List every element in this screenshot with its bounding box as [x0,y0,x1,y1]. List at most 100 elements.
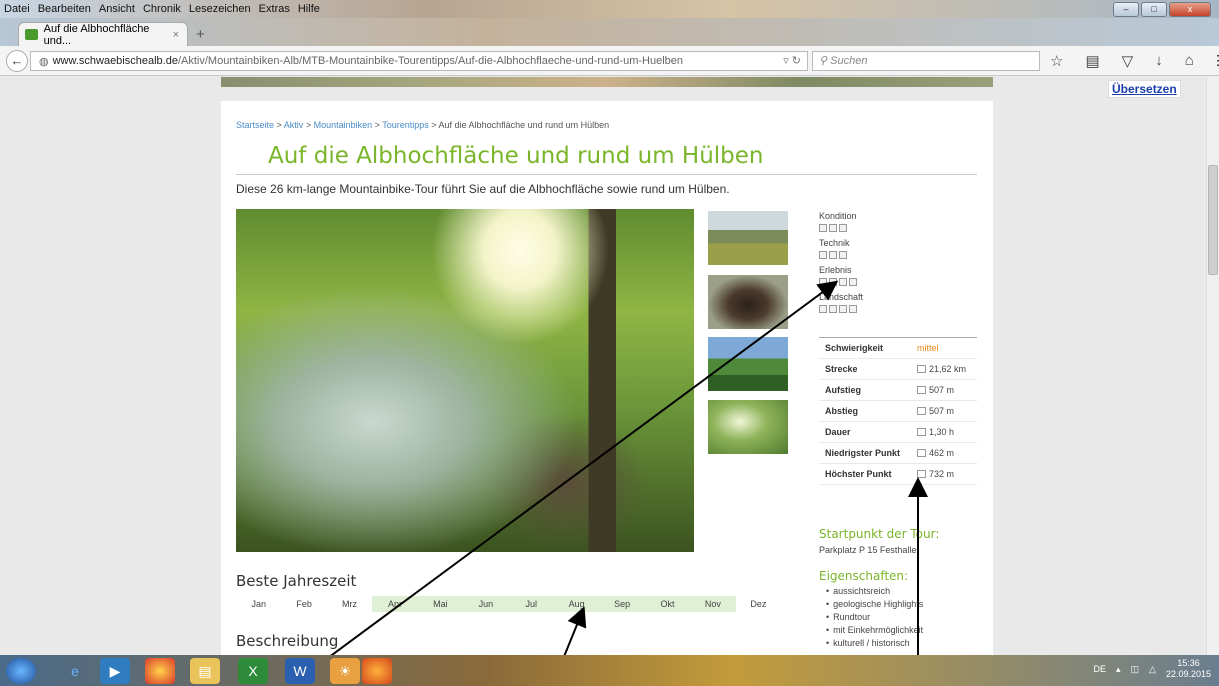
translate-link[interactable]: Übersetzen [1108,80,1181,98]
fact-value-cell: 1,30 h [917,427,954,437]
rating-box-icon [849,278,857,286]
firefox-icon[interactable] [362,658,392,684]
excel-icon[interactable]: X [238,658,268,684]
ie-icon[interactable]: e [60,658,90,684]
rating-label: Technik [819,238,850,248]
web-content: Übersetzen Startseite > Aktiv > Mountain… [0,77,1206,655]
bookmark-star-icon[interactable]: ☆ [1050,52,1063,70]
rating-label: Kondition [819,211,857,221]
facts-table: Schwierigkeit mittel Strecke 21,62 km Aufsti… [819,337,977,485]
network-icon[interactable]: ◫ [1131,664,1140,675]
rating-box-icon [819,278,827,286]
maximize-button[interactable]: □ [1141,2,1167,17]
fact-row: Aufstieg 507 m [819,380,977,401]
download-icon[interactable]: ↓ [1155,52,1163,70]
menu-bar: Datei Bearbeiten Ansicht Chronik Lesezei… [0,0,1219,18]
navigation-bar: ← ◍ www.schwaebischealb.de/Aktiv/Mountai… [0,46,1219,76]
fact-row: Strecke 21,62 km [819,359,977,380]
globe-icon: ◍ [39,55,49,68]
chrome-icon[interactable] [145,658,175,684]
fact-key: Abstieg [825,406,859,416]
pocket-icon[interactable]: ▽ [1122,52,1134,70]
word-icon[interactable]: W [285,658,315,684]
properties-heading: Eigenschaften: [819,569,909,583]
url-domain: www.schwaebischealb.de [52,55,178,67]
fact-icon [917,407,926,415]
breadcrumb-mountainbiken[interactable]: Mountainbiken [314,120,373,130]
fact-icon [917,470,926,478]
home-icon[interactable]: ⌂ [1185,52,1194,70]
menu-ansicht[interactable]: Ansicht [99,3,135,15]
rating-boxes [819,278,863,286]
fact-icon [917,386,926,394]
back-button[interactable]: ← [6,50,28,72]
main-tour-photo[interactable] [236,209,694,552]
thumbnail-1[interactable] [708,211,788,265]
fact-row: Abstieg 507 m [819,401,977,422]
fact-key: Höchster Punkt [825,469,892,479]
rating-technik: Technik [819,238,863,259]
title-divider [236,174,977,175]
property-item: aussichtsreich [826,586,923,596]
language-indicator[interactable]: DE [1093,664,1106,674]
menu-hilfe[interactable]: Hilfe [298,3,320,15]
fact-row: Dauer 1,30 h [819,422,977,443]
vertical-scrollbar[interactable] [1206,77,1219,655]
minimize-button[interactable]: – [1113,2,1139,17]
rating-label: Erlebnis [819,265,852,275]
month-nov: Nov [690,596,736,612]
property-item: mit Einkehrmöglichkeit [826,625,923,635]
month-feb: Feb [296,599,312,609]
month-mai: Mai [417,596,464,612]
search-input[interactable]: ⚲ Suchen [812,51,1040,71]
volume-icon[interactable]: △ [1149,664,1156,675]
menu-chronik[interactable]: Chronik [143,3,181,15]
fact-value-cell: 21,62 km [917,364,966,374]
start-button[interactable] [6,658,36,684]
fact-row: Höchster Punkt 732 m [819,464,977,485]
rating-label: Landschaft [819,292,864,302]
rating-boxes [819,224,863,232]
rating-landschaft: Landschaft [819,292,863,313]
thumbnail-4[interactable] [708,400,788,454]
rating-box-icon [819,251,827,259]
tray-expand-icon[interactable]: ▴ [1116,664,1121,675]
scrollbar-thumb[interactable] [1208,165,1218,275]
clock[interactable]: 15:36 22.09.2015 [1166,658,1211,680]
reading-list-icon[interactable]: ▤ [1085,52,1099,70]
thumbnail-2[interactable] [708,275,788,329]
tab-close-icon[interactable]: × [173,29,179,41]
fact-key: Aufstieg [825,385,861,395]
image-viewer-icon[interactable]: ☀ [330,658,360,684]
reload-icon[interactable]: ▿ ↻ [783,54,801,67]
fact-value: 507 m [929,406,955,416]
month-jan: Jan [251,599,266,609]
menu-extras[interactable]: Extras [259,3,290,15]
fact-value: 21,62 km [929,364,967,374]
breadcrumb-aktiv[interactable]: Aktiv [284,120,304,130]
new-tab-button[interactable]: + [196,26,205,43]
rating-box-icon [829,305,837,313]
fact-icon [917,365,926,373]
page-body: Startseite > Aktiv > Mountainbiken > Tou… [221,101,993,655]
rating-boxes [819,305,863,313]
rating-box-icon [839,251,847,259]
thumbnail-3[interactable] [708,337,788,391]
url-bar[interactable]: ◍ www.schwaebischealb.de/Aktiv/Mountainb… [30,51,808,71]
media-player-icon[interactable]: ▶ [100,658,130,684]
menu-lesezeichen[interactable]: Lesezeichen [189,3,251,15]
breadcrumb-tourentipps[interactable]: Tourentipps [382,120,429,130]
menu-bearbeiten[interactable]: Bearbeiten [38,3,91,15]
explorer-icon[interactable]: ▤ [190,658,220,684]
month-mrz: Mrz [342,599,358,609]
month-okt: Okt [644,596,691,612]
menu-datei[interactable]: Datei [4,3,30,15]
breadcrumb-startseite[interactable]: Startseite [236,120,274,130]
fact-value: 1,30 h [929,427,955,437]
close-window-button[interactable]: x [1169,2,1211,17]
clock-time: 15:36 [1177,658,1200,668]
season-months: Jan Feb Mrz Apr Mai Jun Jul Aug Sep Okt Nov Dez [236,596,781,612]
start-point-heading: Startpunkt der Tour: [819,527,940,541]
browser-tab[interactable]: Auf die Albhochfläche und... × [18,22,188,47]
rating-box-icon [819,224,827,232]
